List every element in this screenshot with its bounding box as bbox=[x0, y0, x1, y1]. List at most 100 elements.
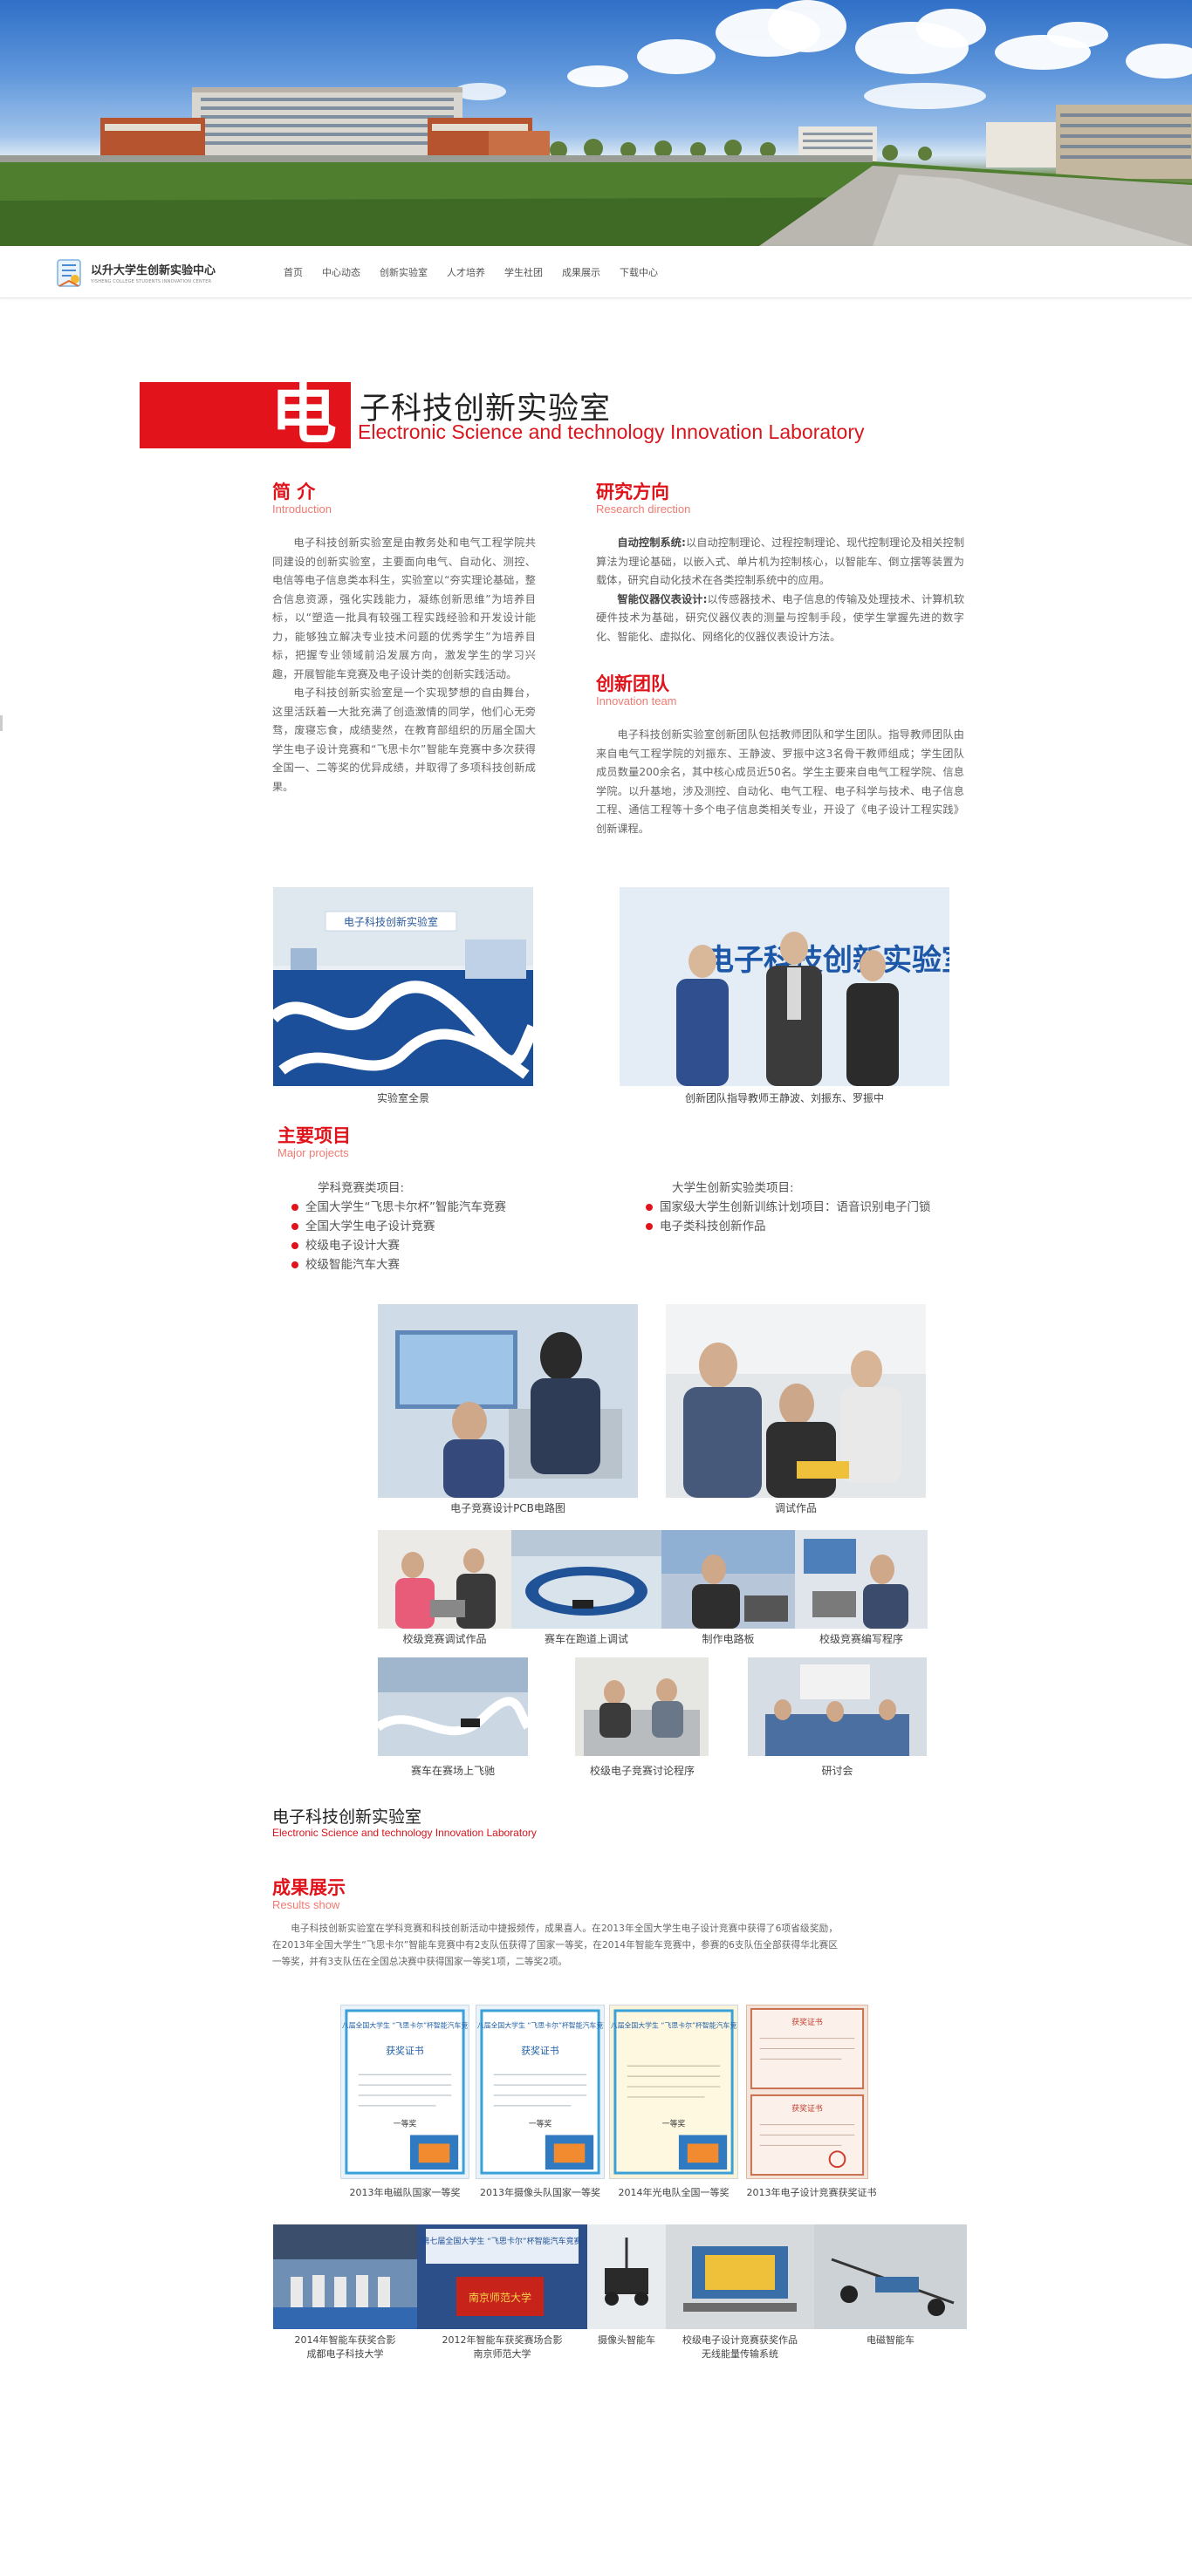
results-paragraph: 电子科技创新实验室在学科竞赛和科技创新活动中捷报频传，成果喜人。在2013年全国… bbox=[272, 1923, 838, 1967]
intro-text: 电子科技创新实验室是由教务处和电气工程学院共同建设的创新实验室，主要面向电气、自… bbox=[272, 534, 536, 796]
gallery-caption: 研讨会 bbox=[821, 1765, 853, 1777]
intro-paragraph-2: 电子科技创新实验室是一个实现梦想的自由舞台，这里活跃着一大批充满了创造激情的同学… bbox=[272, 687, 536, 793]
competition-projects-head: 学科竞赛类项目: bbox=[318, 1181, 405, 1195]
top-navigation-bar: 以升大学生创新实验中心 YISHENG COLLEGE STUDENTS INN… bbox=[0, 246, 1192, 298]
svg-text:第八届全国大学生 “飞思卡尔”杯智能汽车竞赛: 第八届全国大学生 “飞思卡尔”杯智能汽车竞赛 bbox=[341, 2021, 469, 2030]
certificate-caption: 2013年摄像头队国家一等奖 bbox=[480, 2187, 600, 2198]
pcb-design-photo bbox=[378, 1304, 638, 1498]
gallery-caption: 赛车在赛场上飞驰 bbox=[410, 1765, 495, 1777]
award-photo-caption: 电磁智能车 bbox=[867, 2334, 915, 2346]
banner-uni-text: 南京师范大学 bbox=[469, 2291, 531, 2304]
lab-title-big-char: 电 bbox=[271, 375, 337, 453]
svg-text:一等奖: 一等奖 bbox=[394, 2119, 417, 2129]
gallery-caption: 校级竞赛编写程序 bbox=[819, 1633, 903, 1645]
research-subtitle: Research direction bbox=[596, 502, 691, 516]
research-item-1: 自动控制系统:以自动控制理论、过程控制理论、现代控制理论及相关控制算法为理论基础… bbox=[596, 536, 965, 586]
car-track-debug-photo bbox=[511, 1530, 661, 1629]
logo-subtitle: YISHENG COLLEGE STUDENTS INNOVATION CENT… bbox=[91, 278, 212, 284]
svg-text:第八届全国大学生 “飞思卡尔”杯智能汽车竞赛: 第八届全国大学生 “飞思卡尔”杯智能汽车竞赛 bbox=[610, 2021, 737, 2030]
lab-title-en: Electronic Science and technology Innova… bbox=[358, 420, 865, 443]
team-teachers-photo: 电子科技创新实验室 bbox=[620, 887, 949, 1086]
gallery-caption: 调试作品 bbox=[774, 1502, 817, 1514]
innovation-projects-list: 大学生创新实验类项目: 国家级大学生创新训练计划项目：语音识别电子门锁 电子类科… bbox=[646, 1179, 931, 1236]
certificate-image: 获奖证书 获奖证书 bbox=[746, 2005, 868, 2179]
logo-title: 以升大学生创新实验中心 bbox=[91, 263, 216, 277]
intro-paragraph-1: 电子科技创新实验室是由教务处和电气工程学院共同建设的创新实验室，主要面向电气、自… bbox=[272, 536, 536, 680]
lab-panorama-caption: 实验室全景 bbox=[376, 1092, 429, 1104]
lab-title-red-block: 电 bbox=[140, 375, 351, 453]
award-photo-caption: 摄像头智能车 bbox=[598, 2334, 655, 2346]
award-photo-caption: 校级电子设计竞赛获奖作品 无线能量传输系统 bbox=[682, 2334, 798, 2360]
list-item: 校级电子设计大赛 bbox=[291, 1236, 506, 1255]
results-heading: 成果展示 Results show bbox=[272, 1876, 346, 1912]
lab-sign-text: 电子科技创新实验室 bbox=[344, 915, 438, 928]
campus-banner-image bbox=[0, 0, 1192, 246]
projects-title: 主要项目 bbox=[277, 1124, 351, 1146]
team-text: 电子科技创新实验室创新团队包括教师团队和学生团队。指导教师团队由来自电气工程学院… bbox=[596, 726, 964, 838]
intro-subtitle: Introduction bbox=[272, 502, 332, 516]
team-paragraph: 电子科技创新实验室创新团队包括教师团队和学生团队。指导教师团队由来自电气工程学院… bbox=[596, 728, 964, 835]
team-teachers-caption: 创新团队指导教师王静波、刘振东、罗振中 bbox=[684, 1092, 884, 1104]
awards-photo-strip: 第七届全国大学生 “飞思卡尔”杯智能汽车竞赛 南京师范大学 bbox=[273, 2224, 967, 2329]
list-item: 校级智能汽车大赛 bbox=[291, 1255, 506, 1274]
svg-text:一等奖: 一等奖 bbox=[529, 2119, 552, 2129]
team-heading: 创新团队 Innovation team bbox=[596, 673, 677, 708]
site-logo[interactable]: 以升大学生创新实验中心 YISHENG COLLEGE STUDENTS INN… bbox=[54, 255, 216, 290]
school-debug-photo bbox=[378, 1530, 511, 1629]
team-subtitle: Innovation team bbox=[596, 694, 677, 707]
banner-flag-text: 第七届全国大学生 “飞思卡尔”杯智能汽车竞赛 bbox=[421, 2236, 581, 2246]
nav-item-downloads[interactable]: 下载中心 bbox=[610, 261, 668, 284]
section-lab-label: 电子科技创新实验室 Electronic Science and technol… bbox=[272, 1807, 537, 1839]
award-photo-caption: 2012年智能车获奖赛场合影 南京师范大学 bbox=[442, 2334, 563, 2360]
svg-text:获奖证书: 获奖证书 bbox=[791, 2103, 823, 2114]
gallery-caption: 赛车在跑道上调试 bbox=[544, 1633, 628, 1645]
nav-item-home[interactable]: 首页 bbox=[274, 261, 312, 284]
debug-work-photo bbox=[666, 1304, 926, 1498]
svg-text:获奖证书: 获奖证书 bbox=[386, 2044, 424, 2056]
svg-text:获奖证书: 获奖证书 bbox=[791, 2017, 823, 2027]
results-text: 电子科技创新实验室在学科竞赛和科技创新活动中捷报频传，成果喜人。在2013年全国… bbox=[272, 1921, 838, 1971]
list-item: 全国大学生电子设计竞赛 bbox=[291, 1217, 506, 1236]
nav-item-news[interactable]: 中心动态 bbox=[312, 261, 370, 284]
svg-text:获奖证书: 获奖证书 bbox=[521, 2044, 559, 2056]
certificate-caption: 2014年光电队全国一等奖 bbox=[618, 2187, 730, 2198]
nav-item-clubs[interactable]: 学生社团 bbox=[495, 261, 552, 284]
car-racing-photo bbox=[378, 1657, 528, 1756]
projects-subtitle: Major projects bbox=[277, 1146, 349, 1159]
certificate-image: 第八届全国大学生 “飞思卡尔”杯智能汽车竞赛 一等奖 bbox=[609, 2005, 738, 2179]
team-title: 创新团队 bbox=[596, 673, 669, 694]
results-subtitle: Results show bbox=[272, 1898, 340, 1911]
nav-item-labs[interactable]: 创新实验室 bbox=[370, 261, 437, 284]
svg-text:一等奖: 一等奖 bbox=[662, 2119, 686, 2129]
lab-title: 电 子科技创新实验室 Electronic Science and techno… bbox=[140, 375, 942, 453]
research-heading: 研究方向 Research direction bbox=[596, 482, 690, 516]
logo-emblem-icon bbox=[54, 255, 84, 290]
nav-item-results[interactable]: 成果展示 bbox=[552, 261, 610, 284]
school-programming-photo bbox=[795, 1530, 928, 1629]
make-circuit-board-photo bbox=[661, 1530, 795, 1629]
gallery-caption: 校级竞赛调试作品 bbox=[402, 1633, 487, 1645]
svg-text:第八届全国大学生 “飞思卡尔”杯智能汽车竞赛: 第八届全国大学生 “飞思卡尔”杯智能汽车竞赛 bbox=[476, 2021, 604, 2030]
innovation-projects-head: 大学生创新实验类项目: bbox=[672, 1181, 794, 1195]
nav-item-talent[interactable]: 人才培养 bbox=[437, 261, 495, 284]
certificate-caption: 2013年电磁队国家一等奖 bbox=[349, 2187, 461, 2198]
main-menu: 首页 中心动态 创新实验室 人才培养 学生社团 成果展示 下载中心 bbox=[274, 261, 668, 284]
gallery-caption: 制作电路板 bbox=[702, 1633, 755, 1645]
intro-heading: 简 介 Introduction bbox=[272, 482, 332, 516]
award-photo-caption: 2014年智能车获奖合影 成都电子科技大学 bbox=[294, 2334, 396, 2360]
seminar-photo bbox=[748, 1657, 927, 1756]
lab-panorama-photo: 电子科技创新实验室 bbox=[273, 887, 533, 1086]
gallery-caption: 校级电子竞赛讨论程序 bbox=[589, 1765, 695, 1777]
gallery-caption: 电子竞赛设计PCB电路图 bbox=[450, 1502, 565, 1514]
section-lab-label-en: Electronic Science and technology Innova… bbox=[272, 1827, 537, 1839]
team-photo-sign-text: 电子科技创新实验室 bbox=[704, 943, 949, 978]
research-item-2: 智能仪器仪表设计:以传感器技术、电子信息的传输及处理技术、计算机软硬件技术为基础… bbox=[596, 592, 965, 643]
certificate-image: 第八届全国大学生 “飞思卡尔”杯智能汽车竞赛 获奖证书 一等奖 bbox=[476, 2005, 605, 2179]
results-title: 成果展示 bbox=[272, 1876, 346, 1898]
section-lab-label-cn: 电子科技创新实验室 bbox=[272, 1807, 422, 1827]
certificate-caption: 2013年电子设计竞赛获奖证书 bbox=[746, 2187, 877, 2198]
certificate-image: 第八届全国大学生 “飞思卡尔”杯智能汽车竞赛 获奖证书 一等奖 bbox=[340, 2005, 469, 2179]
list-item: 电子类科技创新作品 bbox=[646, 1217, 931, 1236]
projects-heading: 主要项目 Major projects bbox=[277, 1124, 351, 1160]
discuss-program-photo bbox=[575, 1657, 709, 1756]
